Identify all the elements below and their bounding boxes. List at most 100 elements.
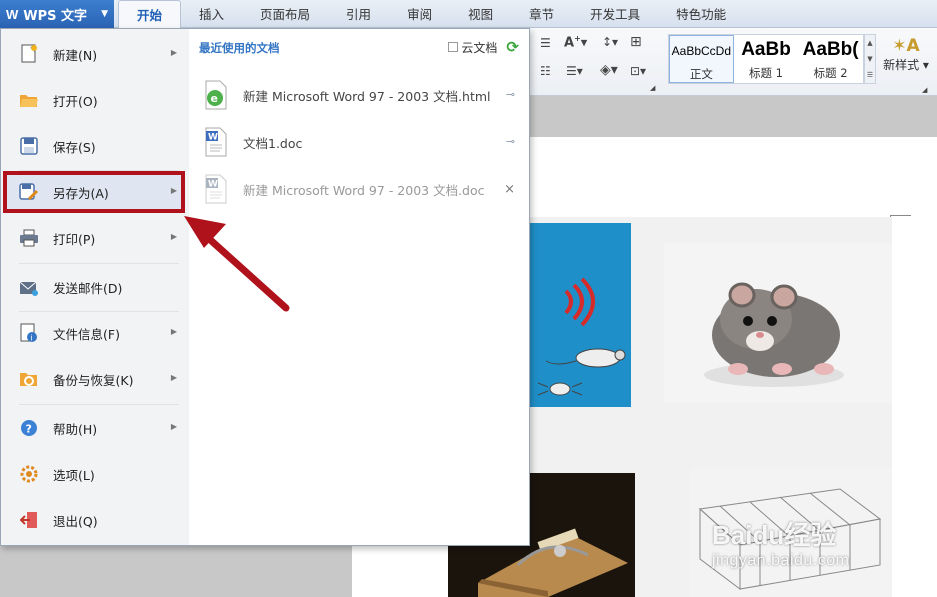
menu-separator: [19, 263, 179, 264]
file-info-icon: i: [19, 323, 39, 343]
style-sample: AaBb(: [802, 39, 859, 60]
hamster-image[interactable]: [664, 243, 892, 403]
style-heading-1[interactable]: AaBb 标题 1: [734, 35, 799, 83]
tab-view[interactable]: 视图: [450, 0, 511, 28]
distribute-icon[interactable]: ☷: [540, 64, 551, 78]
menu-item-backup[interactable]: 备份与恢复(K) ▶: [7, 359, 183, 399]
submenu-arrow-icon: ▶: [170, 48, 177, 57]
menu-item-label: 新建(N): [53, 47, 98, 63]
margin-corner-mark: [891, 215, 911, 216]
svg-text:i: i: [31, 334, 33, 343]
menu-item-new[interactable]: 新建(N) ▶: [7, 34, 183, 74]
tab-insert[interactable]: 插入: [181, 0, 242, 28]
style-gallery-scroll[interactable]: ▲ ▼ ☰: [864, 34, 876, 84]
paragraph-dialog-icon[interactable]: ◢: [650, 84, 655, 92]
submenu-arrow-icon: ▶: [170, 327, 177, 336]
recent-doc-name: 新建 Microsoft Word 97 - 2003 文档.html: [243, 88, 491, 104]
watermark-brand: Baidu经验: [712, 520, 837, 550]
sort-icon[interactable]: ↕▾: [602, 35, 618, 49]
app-menu-label: WPS 文字: [23, 8, 88, 24]
style-normal[interactable]: AaBbCcDd 正文: [669, 35, 734, 83]
menu-item-file-info[interactable]: i 文件信息(F) ▶: [7, 313, 183, 353]
new-doc-icon: [19, 44, 39, 64]
save-icon: [19, 136, 39, 156]
open-folder-icon: [19, 90, 39, 110]
new-style-label: 新样式: [883, 58, 920, 72]
tab-home[interactable]: 开始: [118, 0, 182, 28]
menu-separator: [19, 404, 179, 405]
recent-documents-title: 最近使用的文档: [199, 41, 280, 55]
menu-item-label: 发送邮件(D): [53, 280, 123, 296]
style-name: 正文: [689, 67, 713, 81]
backup-icon: [19, 369, 39, 389]
baidu-jingyan-watermark: Baidu经验 jingyan.baidu.com: [712, 515, 902, 577]
style-heading-2[interactable]: AaBb( 标题 2: [798, 35, 863, 83]
html-file-icon: e: [203, 80, 229, 110]
tab-sections[interactable]: 章节: [511, 0, 572, 28]
cloud-docs-checkbox[interactable]: [448, 42, 459, 52]
exit-icon: [19, 510, 39, 530]
recent-doc-name: 文档1.doc: [243, 135, 303, 151]
chevron-down-icon[interactable]: ▼: [867, 55, 872, 63]
print-icon: [19, 228, 39, 248]
hamster-illustration: [704, 282, 844, 387]
chevron-up-icon[interactable]: ▲: [867, 39, 872, 47]
app-menu-button[interactable]: W WPS 文字 ▼: [0, 0, 114, 28]
new-style-icon: ✶A: [892, 36, 920, 56]
tab-special[interactable]: 特色功能: [658, 0, 744, 28]
ribbon-tabs: 开始 插入 页面布局 引用 审阅 视图 章节 开发工具 特色功能: [118, 0, 744, 28]
tab-developer[interactable]: 开发工具: [572, 0, 658, 28]
fill-color-icon[interactable]: ◈▾: [600, 62, 618, 78]
app-menu-commands: 新建(N) ▶ 打开(O) 保存(S) 另存为(A) ▶ 打印(P) ▶ 发送邮…: [1, 29, 189, 545]
recent-doc-item[interactable]: W 文档1.doc ⊸: [203, 122, 523, 162]
remove-icon[interactable]: ×: [504, 182, 515, 197]
tab-review[interactable]: 审阅: [389, 0, 450, 28]
style-sample: AaBbCcDd: [671, 44, 732, 58]
style-gallery: AaBbCcDd 正文 AaBb 标题 1 AaBb( 标题 2: [668, 34, 864, 84]
menu-item-label: 保存(S): [53, 139, 96, 155]
doc-file-icon: W: [203, 174, 229, 204]
more-icon[interactable]: ☰: [867, 71, 873, 79]
svg-text:W: W: [208, 180, 218, 190]
svg-text:e: e: [211, 92, 218, 105]
submenu-arrow-icon: ▶: [170, 232, 177, 241]
tab-page-layout[interactable]: 页面布局: [242, 0, 328, 28]
refresh-icon[interactable]: ⟳: [506, 38, 519, 56]
font-size-grow-icon[interactable]: A+▾: [564, 34, 587, 50]
recent-documents-panel: 最近使用的文档 云文档 ⟳ e 新建 Microsoft Word 97 - 2…: [189, 29, 529, 545]
annotation-highlight-box: [3, 171, 185, 213]
new-style-button[interactable]: ✶A 新样式 ▾: [880, 36, 932, 73]
indent-icon[interactable]: ☰▾: [566, 64, 583, 78]
svg-text:?: ?: [26, 423, 32, 436]
menu-item-label: 打开(O): [53, 93, 98, 109]
help-icon: ?: [19, 418, 39, 438]
menu-item-open[interactable]: 打开(O): [7, 80, 183, 120]
menu-separator: [19, 311, 179, 312]
line-spacing-icon[interactable]: ☰: [540, 36, 551, 50]
menu-item-label: 退出(Q): [53, 513, 98, 529]
border-icon[interactable]: ⊡▾: [630, 64, 646, 78]
table-grid-icon[interactable]: ⊞: [630, 34, 642, 50]
recent-doc-item[interactable]: e 新建 Microsoft Word 97 - 2003 文档.html ⊸: [203, 75, 523, 115]
tab-references[interactable]: 引用: [328, 0, 389, 28]
pin-icon[interactable]: ⊸: [506, 135, 515, 148]
wps-logo-icon: W: [6, 6, 19, 22]
recent-doc-item[interactable]: W 新建 Microsoft Word 97 - 2003 文档.doc ×: [203, 169, 523, 209]
style-name: 标题 2: [813, 66, 848, 80]
mail-icon: [19, 277, 39, 297]
menu-item-label: 打印(P): [53, 231, 96, 247]
submenu-arrow-icon: ▶: [170, 373, 177, 382]
menu-item-exit[interactable]: 退出(Q): [7, 500, 183, 540]
menu-item-label: 备份与恢复(K): [53, 372, 134, 388]
menu-item-print[interactable]: 打印(P) ▶: [7, 218, 183, 258]
styles-dialog-icon[interactable]: ◢: [922, 86, 927, 94]
cloud-docs-toggle[interactable]: 云文档 ⟳: [448, 38, 519, 56]
menu-item-help[interactable]: ? 帮助(H) ▶: [7, 408, 183, 448]
doc-file-icon: W: [203, 127, 229, 157]
menu-item-options[interactable]: 选项(L): [7, 454, 183, 494]
menu-item-send-mail[interactable]: 发送邮件(D): [7, 267, 183, 307]
menu-item-save[interactable]: 保存(S): [7, 126, 183, 166]
pin-icon[interactable]: ⊸: [506, 88, 515, 101]
title-bar: W WPS 文字 ▼ 开始 插入 页面布局 引用 审阅 视图 章节 开发工具 特…: [0, 0, 937, 28]
app-menu-dropdown: 新建(N) ▶ 打开(O) 保存(S) 另存为(A) ▶ 打印(P) ▶ 发送邮…: [0, 28, 530, 546]
